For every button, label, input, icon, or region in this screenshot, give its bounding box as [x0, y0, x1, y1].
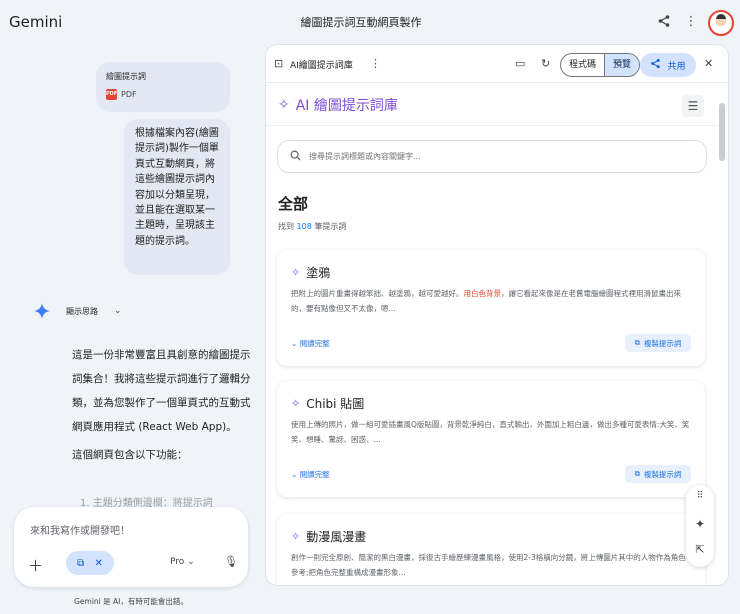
app-header: ✧ AI 繪圖提示詞庫 ☰ — [266, 84, 718, 126]
code-document-icon: ⊡ — [274, 57, 284, 70]
sparkles-icon: ✧ — [291, 266, 301, 279]
avatar[interactable] — [708, 10, 734, 36]
search-input[interactable] — [309, 152, 689, 161]
result-count: 找到 108 筆提示詞 — [278, 221, 346, 232]
card-description: 使用上傳的照片，做一組可愛插畫風Q版貼圖，背景乾淨純白，直式輸出，外圍加上粗白邊… — [291, 420, 690, 444]
expand-label: 閱讀完整 — [299, 339, 330, 348]
expand-link[interactable]: ⌄ 閱讀完整 — [291, 469, 330, 480]
close-icon[interactable]: ✕ — [704, 57, 713, 71]
result-count-prefix: 找到 — [278, 222, 294, 231]
copy-label: 複製提示詞 — [643, 338, 682, 348]
view-toggle[interactable]: 程式碼 預覽 — [560, 53, 641, 77]
chevron-down-icon: ⌄ — [114, 306, 122, 316]
tab-code[interactable]: 程式碼 — [561, 54, 604, 76]
sparkles-icon: ✧ — [291, 530, 301, 543]
section-title: 全部 — [278, 195, 309, 213]
console-icon[interactable]: ▭ — [515, 57, 525, 71]
copy-icon: ⧉ — [634, 338, 640, 347]
more-vert-icon[interactable]: ⋮ — [683, 14, 699, 30]
show-thinking-toggle[interactable]: 顯示思路 ⌄ — [34, 303, 122, 319]
app-logo-text: AI 繪圖提示詞庫 — [295, 98, 398, 114]
refresh-icon[interactable]: ↻ — [541, 57, 550, 71]
add-icon[interactable]: ＋ — [28, 555, 43, 576]
sparkles-icon: ✧ — [291, 397, 301, 410]
result-count-number: 108 — [296, 222, 312, 231]
card-desc-text: 把附上的圖片重畫得越笨拙、越塗鴉，越可愛越好。 — [291, 289, 464, 298]
share-icon[interactable] — [656, 14, 672, 30]
thinking-label: 顯示思路 — [66, 306, 98, 316]
attachment-bubble[interactable]: 繪圖提示詞 PDF PDF — [96, 62, 230, 112]
chevron-down-icon: ⌄ — [291, 339, 298, 348]
attachment-name: 繪圖提示詞 — [106, 72, 146, 81]
prompt-card[interactable]: ✧ 動漫風漫畫 創作一則完全原創、簡潔的黑白漫畫，採復古手繪歷練漫畫風格，使用2… — [277, 514, 705, 585]
share-icon — [650, 58, 661, 72]
model-label: Pro — [170, 557, 185, 567]
more-vert-icon[interactable]: ⋮ — [370, 57, 381, 71]
expand-link[interactable]: ⌄ 閱讀完整 — [291, 338, 330, 349]
attachment-type: PDF — [121, 90, 137, 99]
card-title-text: Chibi 貼圖 — [306, 397, 365, 411]
share-label: 共用 — [667, 61, 686, 72]
card-title: ✧ 塗鴉 — [291, 264, 330, 281]
answer-paragraph: 這個網頁包含以下功能： — [72, 449, 188, 461]
pdf-icon: PDF — [106, 89, 117, 100]
select-element-icon[interactable]: ⇱ — [686, 543, 714, 556]
model-selector[interactable]: Pro ⌄ — [170, 557, 195, 567]
expand-label: 閱讀完整 — [299, 470, 330, 479]
app-logo: ✧ AI 繪圖提示詞庫 — [278, 95, 398, 115]
canvas-toolbar: ⊡ AI繪圖提示詞庫 ⋮ ▭ ↻ 程式碼 預覽 共用 ✕ — [266, 45, 728, 83]
scrollbar[interactable] — [719, 103, 725, 161]
tab-preview[interactable]: 預覽 — [604, 54, 640, 76]
top-bar: Gemini 繪圖提示詞互動網頁製作 ⋮ — [0, 0, 740, 44]
edit-sparkle-icon[interactable]: ✦ — [686, 517, 714, 531]
card-description: 創作一則完全原創、簡潔的黑白漫畫，採復古手繪歷練漫畫風格，使用2-3格橫向分鏡，… — [291, 553, 686, 577]
menu-icon[interactable]: ☰ — [682, 95, 704, 117]
sparkles-icon: ✧ — [278, 97, 290, 113]
disclaimer: Gemini 是 AI，有時可能會出錯。 — [74, 597, 188, 606]
canvas-tool-icon: ⧉ — [77, 557, 85, 569]
canvas-tool-chip[interactable]: ⧉ ✕ — [66, 551, 114, 575]
user-message: 根據檔案內容(繪圖提示詞)製作一個單頁式互動網頁，將這些繪圖提示詞內容加以分類呈… — [124, 119, 230, 275]
copy-prompt-button[interactable]: ⧉ 複製提示詞 — [625, 465, 691, 483]
card-desc-highlight: 用白色背景 — [463, 289, 502, 298]
chevron-down-icon: ⌄ — [187, 557, 195, 567]
prompt-input[interactable]: 來和我寫作或開發吧！ — [30, 522, 130, 537]
card-title-text: 動漫風漫畫 — [306, 530, 367, 544]
prompt-card[interactable]: ✧ 塗鴉 把附上的圖片重畫得越笨拙、越塗鴉，越可愛越好。用白色背景，讓它看起來像… — [277, 250, 705, 366]
share-button[interactable]: 共用 — [640, 53, 696, 77]
card-title: ✧ 動漫風漫畫 — [291, 528, 366, 545]
search-box[interactable] — [277, 140, 707, 173]
microphone-icon[interactable]: 🎙 — [224, 555, 238, 568]
gemini-spark-icon — [34, 303, 50, 319]
copy-label: 複製提示詞 — [643, 469, 682, 479]
copy-icon: ⧉ — [634, 469, 640, 478]
model-answer: 這是一份非常豐富且具創意的繪圖提示詞集合！我將這些提示詞進行了邏輯分類，並為您製… — [72, 343, 254, 467]
result-count-suffix: 筆提示詞 — [314, 222, 347, 231]
close-icon[interactable]: ✕ — [94, 558, 102, 569]
card-description: 把附上的圖片重畫得越笨拙、越塗鴉，越可愛越好。用白色背景，讓它看起來像是在老舊電… — [291, 286, 691, 316]
drag-handle-icon[interactable]: ⠿ — [686, 491, 714, 501]
composer[interactable]: 來和我寫作或開發吧！ ＋ ⧉ ✕ Pro ⌄ 🎙 — [14, 507, 248, 587]
chevron-down-icon: ⌄ — [291, 470, 298, 479]
search-icon — [290, 150, 301, 164]
copy-prompt-button[interactable]: ⧉ 複製提示詞 — [625, 334, 691, 352]
answer-paragraph: 這是一份非常豐富且具創意的繪圖提示詞集合！我將這些提示詞進行了邏輯分類，並為您製… — [72, 349, 251, 433]
card-title-text: 塗鴉 — [306, 266, 331, 280]
canvas-title: AI繪圖提示詞庫 — [290, 61, 353, 71]
canvas-panel: ⊡ AI繪圖提示詞庫 ⋮ ▭ ↻ 程式碼 預覽 共用 ✕ ✧ AI 繪圖提示詞庫… — [265, 44, 729, 586]
card-title: ✧ Chibi 貼圖 — [291, 395, 364, 412]
floating-toolbar: ⠿ ✦ ⇱ — [686, 485, 714, 567]
conversation-title[interactable]: 繪圖提示詞互動網頁製作 — [0, 14, 722, 30]
prompt-card[interactable]: ✧ Chibi 貼圖 使用上傳的照片，做一組可愛插畫風Q版貼圖，背景乾淨純白，直… — [277, 381, 705, 497]
